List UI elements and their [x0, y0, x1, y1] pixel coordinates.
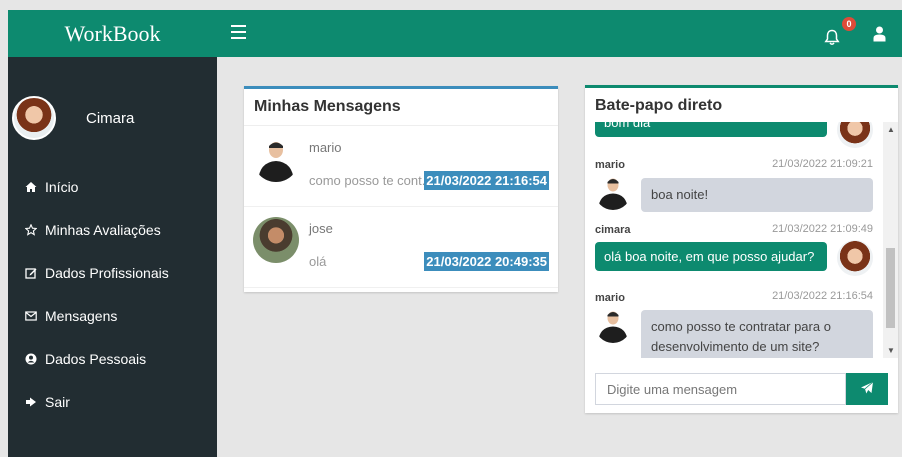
- user-menu-icon[interactable]: [873, 26, 886, 47]
- chat-time: 21/03/2022 21:16:54: [772, 290, 873, 302]
- message-sender: mario: [309, 140, 342, 155]
- sidebar-item-label: Dados Profissionais: [45, 264, 169, 281]
- chat-message-input[interactable]: [595, 373, 846, 405]
- chat-scrollbar[interactable]: ▲ ▼: [883, 122, 898, 358]
- avatar: [595, 307, 631, 343]
- send-button[interactable]: [846, 373, 888, 405]
- chat-bubble: olá boa noite, em que posso ajudar?: [595, 242, 827, 271]
- chat-time: 21/03/2022 21:09:49: [772, 223, 873, 235]
- chat-bubble: boa noite!: [641, 178, 873, 212]
- top-navbar: 0: [217, 10, 902, 57]
- sidebar-item-dados-profissionais[interactable]: Dados Profissionais: [8, 251, 217, 294]
- avatar: [595, 174, 631, 210]
- sidebar-item-label: Mensagens: [45, 307, 118, 324]
- sidebar-menu: Início Minhas Avaliações Dados Profissio…: [8, 165, 217, 423]
- sidebar-item-sair[interactable]: Sair: [8, 380, 217, 423]
- chat-text: boa noite!: [651, 187, 709, 202]
- chat-bubble: como posso te contratar para o desenvolv…: [641, 310, 873, 358]
- messages-panel-title: Minhas Mensagens: [244, 89, 558, 126]
- scroll-down-icon[interactable]: ▼: [887, 346, 895, 355]
- envelope-icon: [25, 310, 37, 322]
- message-preview: como posso te cont...: [309, 173, 433, 188]
- sidebar-item-avaliacoes[interactable]: Minhas Avaliações: [8, 208, 217, 251]
- chat-text: olá boa noite, em que posso ajudar?: [604, 249, 815, 264]
- message-item[interactable]: jose olá 21/03/2022 20:49:35: [244, 207, 558, 288]
- messages-panel: Minhas Mensagens mario como posso te con…: [244, 86, 558, 292]
- user-panel: Cimara: [8, 83, 217, 153]
- edit-icon: [25, 267, 37, 279]
- avatar: [12, 96, 56, 140]
- star-icon: [25, 223, 37, 236]
- sidebar: WorkBook Cimara Início Minhas Avaliações…: [8, 10, 217, 457]
- sidebar-item-mensagens[interactable]: Mensagens: [8, 294, 217, 337]
- chat-author: mario: [595, 292, 625, 304]
- chat-text: como posso te contratar para o desenvolv…: [651, 319, 831, 354]
- sidebar-item-label: Início: [45, 178, 79, 195]
- avatar: [253, 217, 299, 263]
- bell-icon[interactable]: [824, 29, 840, 51]
- sidebar-item-dados-pessoais[interactable]: Dados Pessoais: [8, 337, 217, 380]
- sidebar-item-label: Sair: [45, 393, 70, 410]
- message-item[interactable]: mario como posso te cont... 21/03/2022 2…: [244, 126, 558, 207]
- sidebar-item-inicio[interactable]: Início: [8, 165, 217, 208]
- paper-plane-icon: [860, 381, 874, 398]
- sidebar-item-label: Minhas Avaliações: [45, 221, 161, 238]
- message-preview: olá: [309, 254, 327, 269]
- chat-messages[interactable]: bom dia mario 21/03/2022 21:09:21 boa no…: [585, 122, 883, 358]
- avatar: [253, 136, 299, 182]
- avatar: [837, 122, 873, 148]
- notification-badge: 0: [842, 17, 856, 31]
- chat-author: cimara: [595, 224, 631, 236]
- sidebar-item-label: Dados Pessoais: [45, 350, 147, 367]
- brand-logo[interactable]: WorkBook: [8, 10, 217, 57]
- chat-bubble: bom dia: [595, 122, 827, 137]
- direct-chat-panel: Bate-papo direto bom dia mario 21/03/202…: [585, 85, 898, 413]
- hamburger-menu-icon[interactable]: [231, 25, 246, 41]
- avatar: [837, 240, 873, 276]
- home-icon: [25, 181, 37, 193]
- chat-time: 21/03/2022 21:09:21: [772, 158, 873, 170]
- scroll-up-icon[interactable]: ▲: [887, 125, 895, 134]
- chat-text: bom dia: [604, 122, 651, 130]
- scrollbar-thumb[interactable]: [886, 248, 895, 328]
- message-date: 21/03/2022 21:16:54: [424, 171, 549, 190]
- chat-input-row: [595, 373, 888, 405]
- user-circle-icon: [25, 353, 37, 365]
- message-date: 21/03/2022 20:49:35: [424, 252, 549, 271]
- user-name: Cimara: [86, 109, 135, 127]
- chat-title: Bate-papo direto: [595, 97, 723, 114]
- message-sender: jose: [309, 221, 333, 236]
- sign-out-icon: [25, 396, 37, 408]
- chat-author: mario: [595, 159, 625, 171]
